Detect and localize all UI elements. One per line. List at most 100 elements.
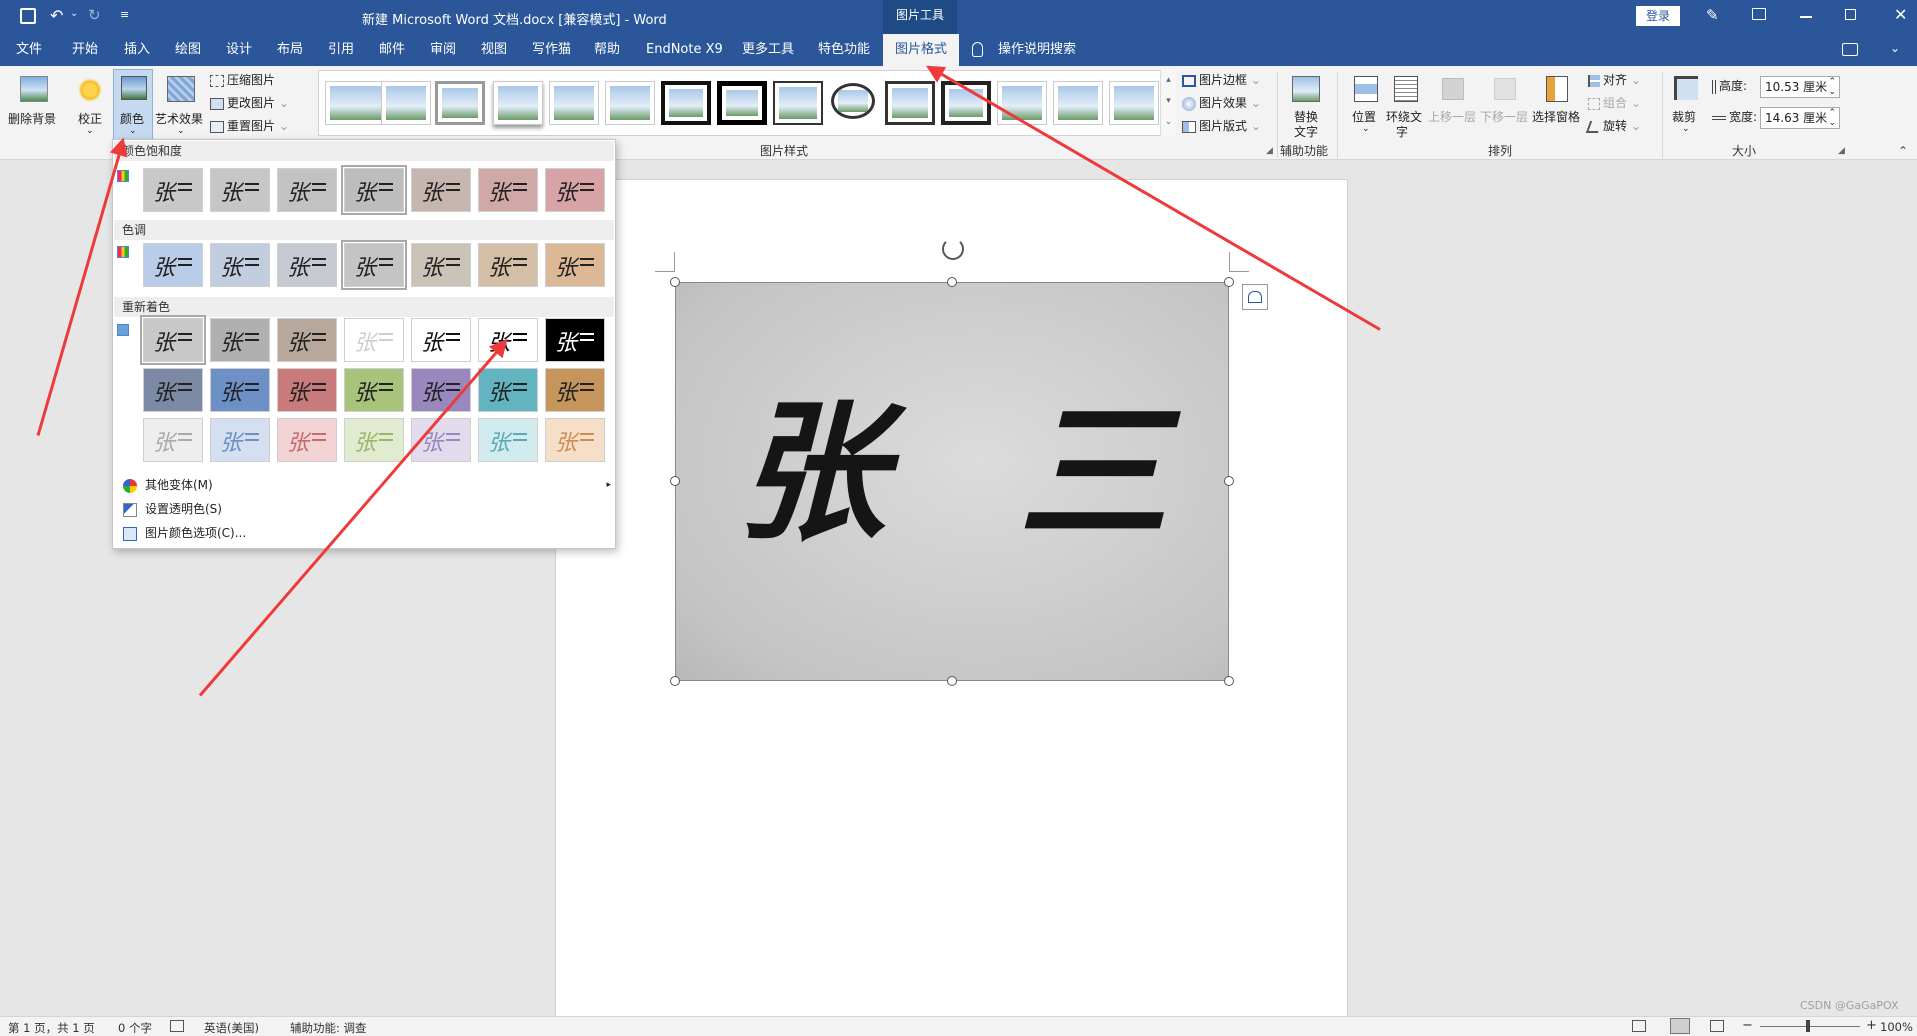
tab-design[interactable]: 设计 xyxy=(226,34,252,66)
tab-layout[interactable]: 布局 xyxy=(277,34,303,66)
style-thumb[interactable] xyxy=(549,81,599,125)
tab-draw[interactable]: 绘图 xyxy=(175,34,201,66)
color-variant-swatch[interactable]: 张 xyxy=(277,418,337,462)
align-button[interactable]: 对齐 ⌄ xyxy=(1588,70,1641,90)
color-variant-swatch[interactable]: 张 xyxy=(545,418,605,462)
tab-help[interactable]: 帮助 xyxy=(594,34,620,66)
style-thumb[interactable] xyxy=(1053,81,1103,125)
login-button[interactable]: 登录 xyxy=(1636,6,1680,26)
ribbon-display-options-icon[interactable] xyxy=(1752,8,1766,20)
web-layout-icon[interactable] xyxy=(1710,1020,1724,1032)
color-variant-swatch[interactable]: 张 xyxy=(478,418,538,462)
gallery-scroll[interactable]: ▴ ▾ ⌄ xyxy=(1160,70,1176,136)
size-dialog-launcher-icon[interactable]: ◢ xyxy=(1838,146,1845,156)
alt-text-button[interactable]: 替换 文字 xyxy=(1284,70,1328,140)
ribbon-chevron-icon[interactable]: ⌄ xyxy=(1890,41,1900,55)
tab-references[interactable]: 引用 xyxy=(328,34,354,66)
color-variant-swatch[interactable]: 张 xyxy=(277,318,337,362)
color-variant-swatch[interactable]: 张 xyxy=(277,168,337,212)
lightbulb-icon[interactable] xyxy=(972,42,983,57)
bring-forward-button[interactable]: 上移一层 xyxy=(1428,70,1478,140)
word-count[interactable]: 0 个字 xyxy=(118,1020,152,1036)
color-variant-swatch[interactable]: 张 xyxy=(344,368,404,412)
close-icon[interactable]: ✕ xyxy=(1894,5,1907,24)
set-transparent-item[interactable]: 设置透明色(S) xyxy=(123,498,222,520)
zoom-out-icon[interactable]: − xyxy=(1742,1018,1753,1033)
comments-icon[interactable] xyxy=(1842,43,1858,56)
crop-button[interactable]: 裁剪 ⌄ xyxy=(1668,70,1704,140)
color-variant-swatch[interactable]: 张 xyxy=(143,368,203,412)
color-variant-swatch[interactable]: 张 xyxy=(143,418,203,462)
styles-dialog-launcher-icon[interactable]: ◢ xyxy=(1266,146,1273,156)
selection-pane-button[interactable]: 选择窗格 xyxy=(1532,70,1584,140)
position-button[interactable]: 位置 ⌄ xyxy=(1348,70,1384,140)
remove-background-button[interactable]: 删除背景 xyxy=(6,70,60,134)
color-variant-swatch[interactable]: 张 xyxy=(210,368,270,412)
resize-handle[interactable] xyxy=(670,277,680,287)
width-spinner-icon[interactable]: ⌃ ⌄ xyxy=(1828,108,1836,128)
rotate-handle-icon[interactable] xyxy=(942,238,964,260)
zoom-slider[interactable] xyxy=(1760,1026,1860,1027)
reset-picture-button[interactable]: 重置图片 ⌄ xyxy=(210,116,289,136)
color-variant-swatch[interactable]: 张 xyxy=(143,168,203,212)
resize-handle[interactable] xyxy=(1224,476,1234,486)
tab-picture-format[interactable]: 图片格式 xyxy=(883,34,960,66)
resize-handle[interactable] xyxy=(1224,277,1234,287)
proofing-icon[interactable] xyxy=(170,1020,184,1032)
color-variant-swatch[interactable]: 张 xyxy=(411,168,471,212)
style-thumb[interactable] xyxy=(1109,81,1159,125)
style-thumb[interactable] xyxy=(605,81,655,125)
color-variant-swatch[interactable]: 张 xyxy=(545,168,605,212)
wrap-text-button[interactable]: 环绕文 字 xyxy=(1386,70,1426,140)
tab-insert[interactable]: 插入 xyxy=(124,34,150,66)
tab-endnote[interactable]: EndNote X9 xyxy=(646,34,723,66)
redo-icon[interactable]: ↻ xyxy=(88,6,101,24)
color-variant-swatch[interactable]: 张 xyxy=(411,243,471,287)
corrections-button[interactable]: 校正 ⌄ xyxy=(70,70,110,140)
group-button[interactable]: 组合 ⌄ xyxy=(1588,93,1641,113)
picture-effects-button[interactable]: 图片效果 ⌄ xyxy=(1182,93,1261,113)
style-thumb[interactable] xyxy=(717,81,767,125)
minimize-icon[interactable] xyxy=(1800,16,1812,18)
height-input[interactable]: 10.53 厘米 ⌃ ⌄ xyxy=(1760,76,1840,98)
color-variant-swatch[interactable]: 张 xyxy=(545,318,605,362)
color-variant-swatch[interactable]: 张 xyxy=(210,168,270,212)
color-variant-swatch[interactable]: 张 xyxy=(210,243,270,287)
page-count[interactable]: 第 1 页，共 1 页 xyxy=(8,1020,95,1036)
color-variant-swatch[interactable]: 张 xyxy=(545,368,605,412)
resize-handle[interactable] xyxy=(670,476,680,486)
color-variant-swatch[interactable]: 张 xyxy=(140,315,206,365)
color-variant-swatch[interactable]: 张 xyxy=(143,243,203,287)
print-layout-icon[interactable] xyxy=(1670,1018,1690,1034)
resize-handle[interactable] xyxy=(947,277,957,287)
color-variant-swatch[interactable]: 张 xyxy=(341,240,407,290)
picture-color-options-item[interactable]: 图片颜色选项(C)... xyxy=(123,522,246,544)
color-variant-swatch[interactable]: 张 xyxy=(478,368,538,412)
tab-special[interactable]: 特色功能 xyxy=(818,34,870,66)
picture-layout-button[interactable]: 图片版式 ⌄ xyxy=(1182,116,1261,136)
style-thumb[interactable] xyxy=(661,81,711,125)
color-variant-swatch[interactable]: 张 xyxy=(478,243,538,287)
compress-pictures-button[interactable]: 压缩图片 xyxy=(210,70,275,90)
color-variant-swatch[interactable]: 张 xyxy=(344,318,404,362)
undo-dropdown-icon[interactable]: ⌄ xyxy=(70,8,78,19)
layout-options-button[interactable] xyxy=(1242,284,1268,310)
tab-mailings[interactable]: 邮件 xyxy=(379,34,405,66)
read-mode-icon[interactable] xyxy=(1632,1020,1646,1032)
collapse-ribbon-icon[interactable]: ⌃ xyxy=(1898,144,1908,158)
tab-review[interactable]: 审阅 xyxy=(430,34,456,66)
language-status[interactable]: 英语(美国) xyxy=(204,1020,259,1036)
tab-xiezuomao[interactable]: 写作猫 xyxy=(532,34,571,66)
signature-picture[interactable]: 张 三 xyxy=(675,282,1229,681)
color-button[interactable]: 颜色 ⌄ xyxy=(113,69,153,141)
tab-file[interactable]: 文件 xyxy=(16,34,42,66)
style-thumb[interactable] xyxy=(773,81,823,125)
color-variant-swatch[interactable]: 张 xyxy=(545,243,605,287)
picture-border-button[interactable]: 图片边框 ⌄ xyxy=(1182,70,1261,90)
resize-handle[interactable] xyxy=(1224,676,1234,686)
resize-handle[interactable] xyxy=(947,676,957,686)
color-variant-swatch[interactable]: 张 xyxy=(341,165,407,215)
width-input[interactable]: 14.63 厘米 ⌃ ⌄ xyxy=(1760,107,1840,129)
tell-me-search[interactable]: 操作说明搜索 xyxy=(998,34,1076,66)
change-picture-button[interactable]: 更改图片 ⌄ xyxy=(210,93,289,113)
